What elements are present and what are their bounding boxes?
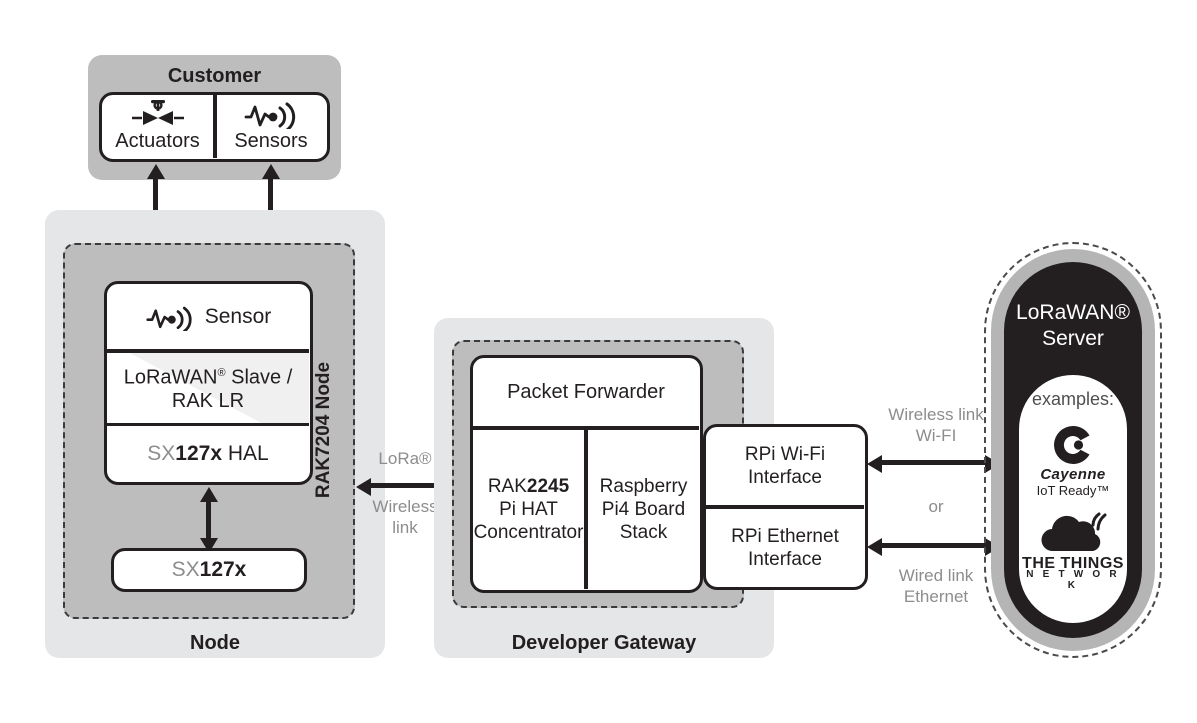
node-stack-row-lorawan-slave[interactable]: LoRaWAN® Slave / RAK LR (107, 352, 309, 423)
gateway-interface-wifi[interactable]: RPi Wi-Fi Interface (706, 427, 864, 505)
gateway-interface-ethernet-line1: RPi Ethernet (731, 525, 839, 547)
ttn-subtitle: N E T W O R K (1026, 569, 1120, 591)
node-side-label-text: RAK7204 Node (313, 361, 334, 499)
lorawan-word: LoRaWAN (123, 366, 218, 389)
hal-label-light: SX (147, 441, 176, 465)
radio-label-bold: 127x (199, 558, 247, 581)
gateway-cell-raspberry[interactable]: Raspberry Pi4 Board Stack (588, 430, 699, 589)
customer-cell-actuators[interactable]: Actuators (102, 95, 213, 158)
node-side-label: RAK7204 Node (309, 330, 339, 530)
radio-label-light: SX (171, 558, 200, 581)
customer-title: Customer (167, 64, 262, 87)
ttn-cloud-icon (1019, 507, 1127, 557)
node-stack-label-sensor: Sensor (204, 305, 272, 328)
sensor-wave-icon (145, 303, 195, 331)
gateway-cell-rak2245-line2: Pi HAT (499, 499, 558, 520)
customer-cells: Actuators Sensors (99, 92, 330, 162)
gateway-cell-raspberry-line2: Pi4 Board (601, 499, 686, 520)
node-stack-row-hal[interactable]: SX127x HAL (107, 426, 309, 481)
customer-cell-sensors[interactable]: Sensors (217, 95, 326, 158)
gateway-packet-forwarder-label: Packet Forwarder (507, 380, 665, 403)
customer-cell-label-sensors: Sensors (234, 129, 308, 152)
gateway-cell-raspberry-line3: Stack (619, 522, 668, 543)
gateway-cell-rak2245-line1: RAK2245 (488, 475, 569, 498)
rak-number: 2245 (526, 476, 570, 497)
cayenne-title: Cayenne (1040, 465, 1106, 483)
node-stack-label-lorawan-line2: RAK LR (171, 389, 245, 412)
gateway-packet-forwarder[interactable]: Packet Forwarder (473, 358, 699, 426)
node-radio-box[interactable]: SX127x (111, 548, 307, 592)
sensor-wave-icon (217, 99, 326, 129)
gateway-interface-ethernet-line2: Interface (748, 548, 822, 570)
valve-actuator-icon (102, 99, 213, 129)
server-title-line2: Server (1042, 327, 1104, 350)
gateway-interfaces: RPi Wi-Fi Interface RPi Ethernet Interfa… (703, 424, 868, 590)
cayenne-logo[interactable]: Cayenne IoT Ready™ (1019, 423, 1127, 501)
ethernet-link-label-line2: Ethernet (903, 587, 969, 606)
node-stack-row-sensor[interactable]: Sensor (107, 284, 309, 349)
hal-label-bold: 127x (175, 441, 223, 465)
hal-label-tail: HAL (222, 441, 269, 465)
server-examples-panel: examples: Cayenne IoT Ready™ THE THINGS … (1019, 375, 1127, 623)
registered-mark: ® (217, 367, 226, 380)
gateway-interface-ethernet[interactable]: RPi Ethernet Interface (706, 509, 864, 586)
server-title-text1: LoRaWAN® (1016, 301, 1130, 324)
lorawan-suffix: Slave / (225, 366, 293, 389)
gateway-core: Packet Forwarder RAK2245 Pi HAT Concentr… (470, 355, 703, 593)
diagram-canvas: Customer Actuators Sensors Node RAK7204 … (0, 0, 1197, 723)
cayenne-subtitle: IoT Ready™ (1036, 482, 1110, 498)
gateway-cell-raspberry-line1: Raspberry (599, 476, 688, 497)
gateway-cell-rak2245-line3: Concentrator (473, 522, 584, 543)
gateway-cell-rak2245[interactable]: RAK2245 Pi HAT Concentrator (473, 430, 584, 589)
server-title-line1: LoRaWAN® (1004, 300, 1142, 326)
customer-cell-label-actuators: Actuators (115, 129, 200, 152)
node-stack-label-lorawan-line1: LoRaWAN® Slave / (124, 362, 293, 390)
rak-prefix: RAK (487, 476, 527, 497)
node-caption: Node (190, 631, 240, 654)
gateway-interface-wifi-line2: Interface (748, 467, 822, 488)
gateway-caption: Developer Gateway (511, 631, 697, 654)
cayenne-mark-icon (1019, 423, 1127, 467)
node-stack: Sensor LoRaWAN® Slave / RAK LR SX127x HA… (104, 281, 313, 485)
server-examples-label: examples: (1031, 389, 1115, 409)
the-things-network-logo[interactable]: THE THINGS N E T W O R K (1019, 507, 1127, 599)
gateway-interface-wifi-line1: RPi Wi-Fi (744, 444, 826, 465)
server-title: LoRaWAN® Server (1004, 300, 1142, 352)
